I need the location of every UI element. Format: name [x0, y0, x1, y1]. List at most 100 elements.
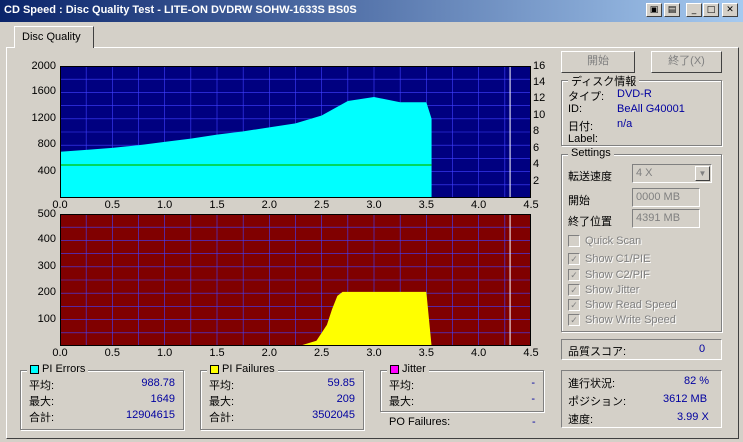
bot-xtick-label: 1.0 [157, 347, 173, 359]
show-write-speed-checkbox[interactable]: ✓ Show Write Speed [568, 314, 676, 326]
pi-errors-swatch [30, 364, 39, 374]
check-icon: ✓ [568, 314, 580, 326]
po-failures-value: - [532, 416, 536, 428]
pi-errors-chart [60, 66, 531, 198]
show-c1-checkbox[interactable]: ✓ Show C1/PIE [568, 253, 650, 265]
top-y2tick-label: 2 [533, 174, 540, 187]
title-bar: CD Speed : Disc Quality Test - LITE-ON D… [0, 0, 743, 22]
end-pos-field[interactable]: 4391 MB [632, 209, 700, 228]
bot-xtick-label: 3.5 [418, 347, 434, 359]
pi-errors-max-label: 最大: [29, 396, 55, 408]
end-pos-label: 終了位置 [568, 216, 612, 228]
pi-failures-total-label: 合計: [209, 412, 235, 424]
disc-info-title: ディスク情報 [571, 76, 637, 88]
close-button[interactable]: ✕ [722, 3, 738, 17]
bot-ytick-label: 300 [37, 259, 56, 272]
pi-failures-chart [60, 214, 531, 346]
top-y2tick-label: 14 [533, 75, 546, 88]
po-failures-label: PO Failures: [389, 416, 451, 428]
pi-errors-title: PI Errors [42, 363, 86, 375]
top-ytick-label: 2000 [31, 60, 56, 72]
bot-xtick-label: 2.5 [314, 347, 330, 359]
jitter-avg-label: 平均: [389, 380, 415, 392]
top-ytick-label: 1200 [31, 111, 56, 124]
top-xtick-label: 4.5 [523, 199, 539, 211]
top-y2tick-label: 8 [533, 125, 540, 137]
bot-ytick-label: 100 [37, 312, 56, 325]
check-icon: ✓ [568, 284, 580, 296]
pi-errors-max-value: 1649 [150, 393, 175, 405]
start-pos-label: 開始 [568, 195, 590, 207]
show-c1-label: Show C1/PIE [585, 253, 651, 265]
pi-failures-avg-label: 平均: [209, 380, 235, 392]
tab-disc-quality[interactable]: Disc Quality [14, 26, 94, 48]
pi-failures-total-value: 3502045 [312, 409, 355, 421]
start-pos-field[interactable]: 0000 MB [632, 188, 700, 207]
pi-errors-total-value: 12904615 [126, 409, 175, 421]
top-ytick-label: 800 [37, 138, 56, 151]
top-xtick-label: 1.5 [209, 199, 225, 211]
bot-xtick-label: 2.0 [261, 347, 277, 359]
disc-id-label: ID: [568, 103, 583, 115]
pi-failures-avg-value: 59.85 [327, 377, 355, 389]
disc-id-value: BeAll G40001 [617, 103, 685, 115]
jitter-title: Jitter [402, 363, 426, 375]
settings-title: Settings [571, 147, 611, 159]
top-y2tick-label: 12 [533, 92, 546, 104]
bot-xtick-label: 4.5 [523, 347, 539, 359]
show-write-speed-label: Show Write Speed [585, 314, 676, 326]
minimize-button[interactable]: _ [686, 3, 702, 17]
position-label: ポジション: [568, 396, 627, 408]
pi-failures-max-label: 最大: [209, 396, 235, 408]
pi-failures-title: PI Failures [222, 363, 275, 375]
position-value: 3612 MB [663, 393, 708, 405]
pi-errors-avg-label: 平均: [29, 380, 55, 392]
speed-label: 転送速度 [568, 171, 612, 183]
pi-failures-max-value: 209 [336, 393, 355, 405]
maximize-button[interactable]: □ [703, 3, 719, 17]
window-title: CD Speed : Disc Quality Test - LITE-ON D… [4, 4, 357, 16]
disc-type-value: DVD-R [617, 88, 652, 100]
bot-xtick-label: 0.0 [52, 347, 68, 359]
check-icon: ✓ [568, 299, 580, 311]
jitter-group: Jitter 平均: - 最大: - [380, 363, 544, 412]
pi-errors-avg-value: 988.78 [141, 377, 175, 389]
chevron-down-icon[interactable]: ▼ [695, 166, 710, 181]
start-button[interactable]: 開始 [561, 51, 635, 73]
bot-xtick-label: 1.5 [209, 347, 225, 359]
progress-label: 進行状況: [568, 378, 616, 390]
check-icon: ✓ [568, 269, 580, 281]
bot-ytick-label: 200 [37, 286, 56, 299]
jitter-max-value: - [531, 393, 535, 405]
jitter-avg-value: - [531, 377, 535, 389]
pi-errors-group: PI Errors 平均: 988.78 最大: 1649 合計: 12904615 [20, 363, 184, 430]
top-xtick-label: 3.0 [366, 199, 382, 211]
bot-ytick-label: 500 [37, 208, 56, 220]
top-y2tick-label: 16 [533, 60, 546, 72]
pi-failures-group: PI Failures 平均: 59.85 最大: 209 合計: 3502045 [200, 363, 364, 430]
show-c2-label: Show C2/PIF [585, 269, 650, 281]
top-xtick-label: 1.0 [157, 199, 173, 211]
top-y2tick-label: 6 [533, 141, 540, 154]
show-jitter-checkbox[interactable]: ✓ Show Jitter [568, 284, 639, 296]
bot-ytick-label: 400 [37, 233, 56, 246]
quick-scan-label: Quick Scan [585, 235, 642, 247]
stop-button[interactable]: 終了(X) [651, 51, 722, 73]
top-ytick-label: 1600 [31, 85, 56, 98]
speed-select[interactable]: 4 X ▼ [632, 164, 712, 183]
show-read-speed-checkbox[interactable]: ✓ Show Read Speed [568, 299, 677, 311]
top-xtick-label: 2.5 [314, 199, 330, 211]
show-c2-checkbox[interactable]: ✓ Show C2/PIF [568, 269, 650, 281]
help-icon[interactable]: ▣ [646, 3, 662, 17]
start-button-label: 開始 [587, 55, 609, 67]
score-label: 品質スコア: [568, 346, 627, 358]
speed-value: 4 X [636, 167, 653, 179]
info-icon[interactable]: ▤ [664, 3, 680, 17]
top-xtick-label: 2.0 [261, 199, 277, 211]
pi-errors-total-label: 合計: [29, 412, 55, 424]
top-ytick-label: 400 [37, 164, 56, 177]
check-icon: ✓ [568, 253, 580, 265]
quick-scan-checkbox[interactable]: Quick Scan [568, 235, 641, 247]
score-value: 0 [699, 343, 706, 355]
bot-xtick-label: 3.0 [366, 347, 382, 359]
